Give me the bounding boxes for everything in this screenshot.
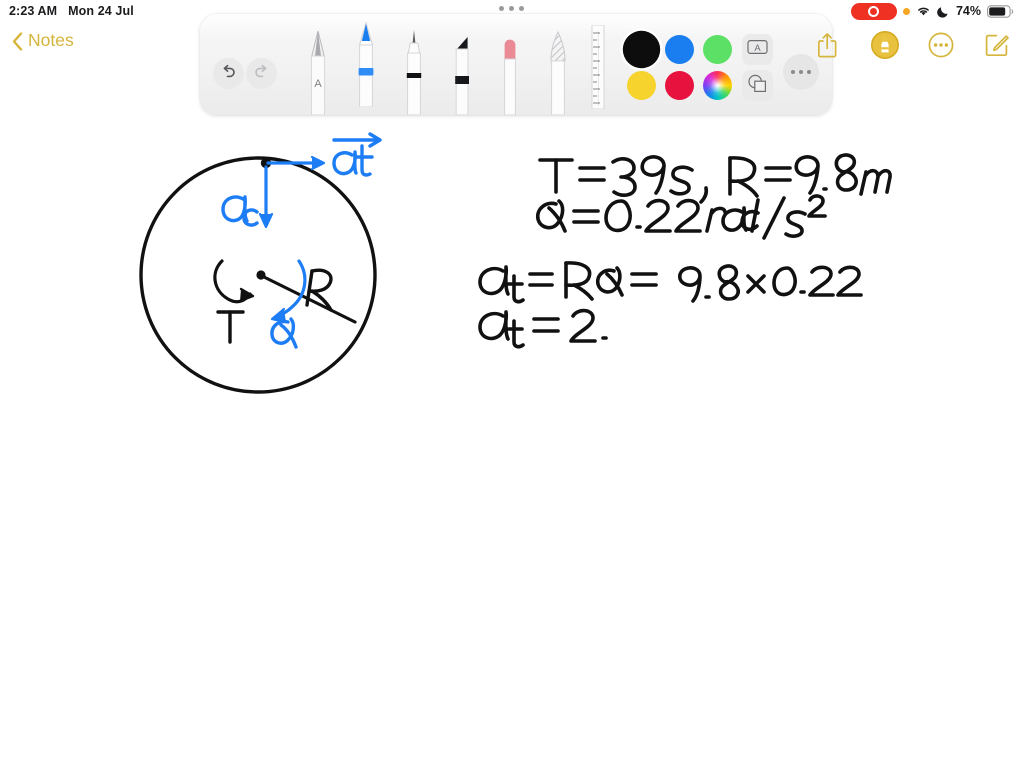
shapes-icon: [747, 74, 768, 98]
back-to-notes-button[interactable]: Notes: [12, 30, 74, 51]
compose-pencil-square-icon[interactable]: [982, 30, 1012, 60]
color-crimson[interactable]: [664, 70, 694, 100]
undo-arrow-icon: [220, 63, 237, 85]
chevron-left-icon: [12, 31, 23, 51]
color-yellow[interactable]: [626, 70, 656, 100]
screen-record-icon[interactable]: [850, 2, 897, 20]
undo-button[interactable]: [213, 58, 244, 89]
battery-percent: 74%: [955, 4, 981, 18]
wifi-icon: [916, 5, 931, 17]
color-picker[interactable]: [702, 70, 732, 100]
back-button-label: Notes: [28, 30, 74, 50]
shapes-button[interactable]: [742, 70, 773, 101]
svg-text:A: A: [314, 78, 322, 90]
note-canvas[interactable]: [0, 0, 1024, 768]
status-bar-right: 74%: [850, 2, 1014, 20]
ipad-notes-screen: 2:23 AM Mon 24 Jul 74% Notes A A: [0, 0, 1024, 768]
note-actions-bar: [814, 22, 1012, 68]
color-black[interactable]: [625, 33, 657, 65]
color-blue[interactable]: [664, 34, 694, 64]
given-line-2: [535, 194, 827, 240]
lasso-tool[interactable]: [544, 29, 572, 115]
color-palette: [622, 31, 736, 103]
marker-tool[interactable]: [448, 29, 476, 115]
given-line-1: [538, 153, 892, 204]
mic-in-use-indicator: [902, 7, 910, 15]
pencil-tool[interactable]: A: [304, 29, 332, 115]
ellipsis-circle-icon[interactable]: [926, 30, 956, 60]
work-line-2: [478, 308, 608, 349]
ruler-tool[interactable]: [587, 25, 615, 109]
eraser-tool[interactable]: [496, 29, 524, 115]
text-box-button[interactable]: A: [742, 34, 773, 65]
pen-in-circle-icon[interactable]: [870, 30, 900, 60]
ink-pen-tool[interactable]: [400, 29, 428, 115]
ellipsis-icon: [790, 69, 796, 75]
text-box-icon: A: [747, 39, 768, 60]
battery-icon: [987, 4, 1014, 18]
share-up-arrow-icon[interactable]: [814, 30, 844, 60]
status-bar: 2:23 AM Mon 24 Jul 74%: [0, 0, 1024, 22]
redo-arrow-icon: [253, 63, 270, 85]
pen-tool[interactable]: [352, 21, 380, 107]
status-date: Mon 24 Jul: [68, 4, 134, 18]
color-green[interactable]: [702, 34, 732, 64]
handwritten-equations: [478, 153, 892, 349]
status-time: 2:23 AM: [9, 4, 58, 18]
do-not-disturb-moon-icon: [937, 5, 950, 18]
markup-toolbar: A A: [200, 14, 832, 115]
work-line-1: [478, 261, 863, 304]
redo-button[interactable]: [246, 58, 277, 89]
svg-text:A: A: [754, 42, 761, 53]
status-bar-left: 2:23 AM Mon 24 Jul: [9, 4, 134, 18]
